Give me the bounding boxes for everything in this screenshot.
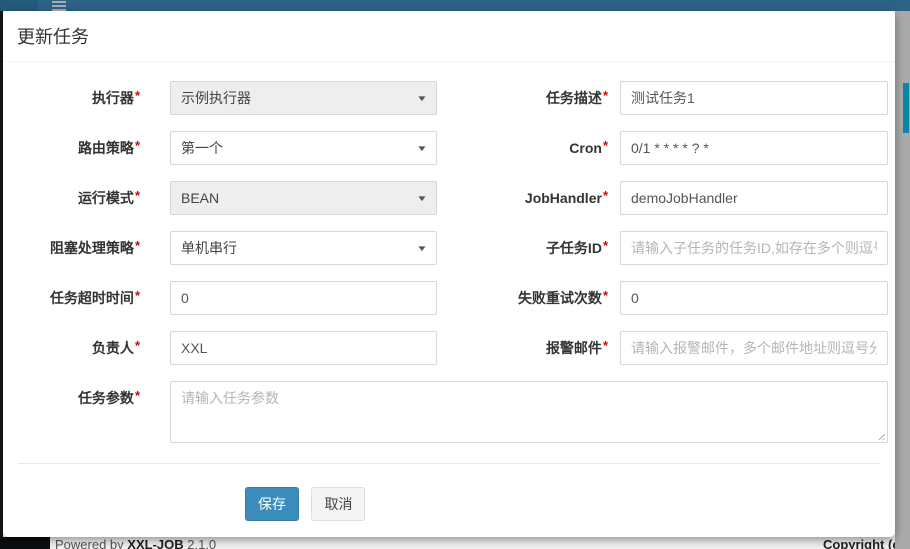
required-mark: *: [135, 388, 140, 403]
block-strategy-label: 阻塞处理策略*: [3, 231, 170, 266]
block-strategy-select[interactable]: 单机串行 ▼: [170, 231, 437, 265]
required-mark: *: [603, 188, 608, 203]
caret-down-icon: ▼: [416, 194, 428, 203]
job-param-textarea[interactable]: [170, 381, 888, 443]
brand-name: XXL-JOB: [127, 537, 183, 549]
timeout-label: 任务超时时间*: [3, 281, 170, 316]
retry-count-input[interactable]: [620, 281, 888, 315]
top-navbar: [0, 0, 910, 11]
page: Powered by XXL-JOB 2.1.0 Copyright (c) 2…: [0, 0, 910, 549]
sidebar-toggle-menu-icon[interactable]: [52, 1, 66, 11]
route-strategy-select[interactable]: 第一个 ▼: [170, 131, 437, 165]
cron-input[interactable]: [620, 131, 888, 165]
required-mark: *: [135, 338, 140, 353]
required-mark: *: [603, 138, 608, 153]
glue-type-label: 运行模式*: [3, 181, 170, 216]
cron-label: Cron*: [440, 131, 620, 166]
required-mark: *: [603, 88, 608, 103]
author-label: 负责人*: [3, 331, 170, 366]
author-input[interactable]: [170, 331, 437, 365]
required-mark: *: [135, 238, 140, 253]
required-mark: *: [603, 288, 608, 303]
child-job-input[interactable]: [620, 231, 888, 265]
save-button[interactable]: 保存: [245, 487, 299, 521]
job-handler-input[interactable]: [620, 181, 888, 215]
alarm-email-label: 报警邮件*: [440, 331, 620, 366]
page-footer: Powered by XXL-JOB 2.1.0 Copyright (c) 2…: [50, 535, 895, 549]
executor-select[interactable]: 示例执行器 ▼: [170, 81, 437, 115]
timeout-input[interactable]: [170, 281, 437, 315]
block-strategy-select-value: 单机串行: [181, 238, 237, 258]
required-mark: *: [603, 338, 608, 353]
job-param-label: 任务参数*: [3, 381, 170, 443]
required-mark: *: [135, 138, 140, 153]
job-handler-label: JobHandler*: [440, 181, 620, 216]
route-strategy-label: 路由策略*: [3, 131, 170, 166]
page-scrollbar-track[interactable]: [895, 11, 910, 549]
job-desc-input[interactable]: [620, 81, 888, 115]
update-job-form: 执行器* 示例执行器 ▼ 任务描述* 路由策略* 第一个 ▼: [3, 62, 895, 521]
modal-actions: 保存 取消: [3, 479, 895, 521]
navbar-logo-area: [0, 0, 38, 11]
required-mark: *: [135, 188, 140, 203]
job-desc-label: 任务描述*: [440, 81, 620, 116]
caret-down-icon: ▼: [416, 244, 428, 253]
required-mark: *: [135, 288, 140, 303]
update-job-modal: 更新任务 执行器* 示例执行器 ▼ 任务描述* 路由策略*: [3, 11, 895, 537]
modal-header: 更新任务: [3, 11, 895, 62]
glue-type-select-value: BEAN: [181, 190, 219, 206]
glue-type-select[interactable]: BEAN ▼: [170, 181, 437, 215]
cancel-button[interactable]: 取消: [311, 487, 365, 521]
required-mark: *: [135, 88, 140, 103]
retry-count-label: 失败重试次数*: [440, 281, 620, 316]
form-divider: [18, 463, 880, 464]
executor-label: 执行器*: [3, 81, 170, 116]
caret-down-icon: ▼: [416, 94, 428, 103]
route-strategy-select-value: 第一个: [181, 138, 223, 158]
alarm-email-input[interactable]: [620, 331, 888, 365]
modal-title: 更新任务: [17, 26, 880, 48]
child-job-label: 子任务ID*: [440, 231, 620, 266]
required-mark: *: [603, 238, 608, 253]
page-scrollbar-thumb[interactable]: [903, 83, 909, 133]
sidebar-bottom-block: [0, 537, 50, 549]
caret-down-icon: ▼: [416, 144, 428, 153]
executor-select-value: 示例执行器: [181, 88, 251, 108]
powered-by-text: Powered by XXL-JOB 2.1.0: [55, 537, 216, 549]
